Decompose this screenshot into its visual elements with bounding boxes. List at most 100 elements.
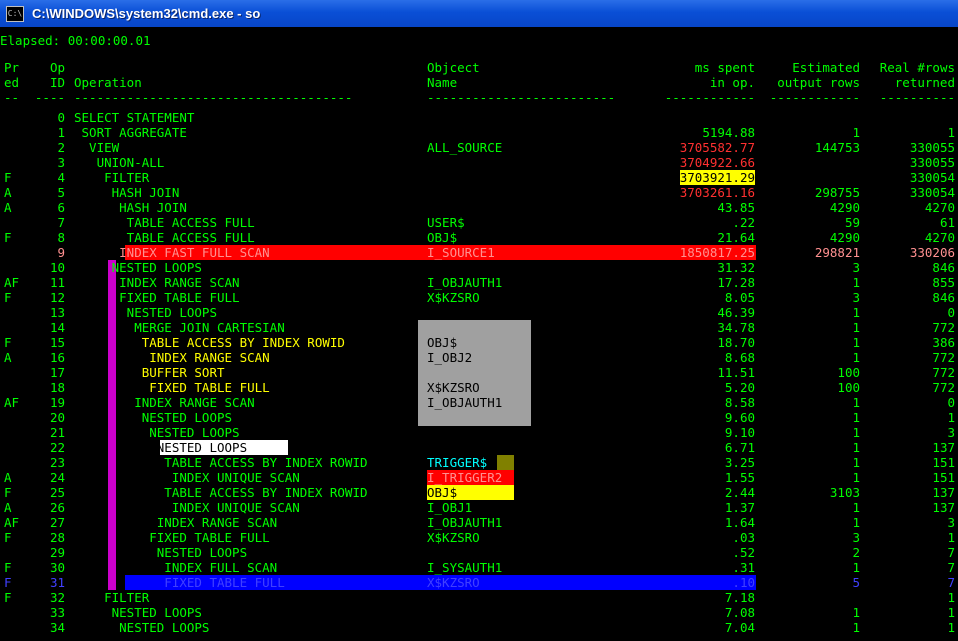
- ms-spent: 8.68: [724, 350, 755, 365]
- estimated-rows: 1: [852, 350, 860, 365]
- window-titlebar[interactable]: C:\ C:\WINDOWS\system32\cmd.exe - so: [0, 0, 958, 27]
- estimated-rows: 298755: [814, 185, 860, 200]
- object-name: USER$: [427, 215, 465, 230]
- real-rows: 4270: [924, 200, 955, 215]
- ms-spent: .52: [732, 545, 755, 560]
- plan-row: A 26 INDEX UNIQUE SCAN I_OBJ1 1.37 1 137: [0, 500, 958, 515]
- plan-row: AF 19 INDEX RANGE SCAN I_OBJAUTH1 8.58 1 0: [0, 395, 958, 410]
- predicate: F: [4, 230, 12, 245]
- object-name: I_SOURCE1: [427, 245, 495, 260]
- ms-spent: .10: [732, 575, 755, 590]
- header-opid: Op: [49, 60, 65, 75]
- ms-spent: 3.25: [724, 455, 755, 470]
- operation: INDEX FAST FULL SCAN: [74, 245, 270, 260]
- operation: VIEW: [74, 140, 120, 155]
- header-obj: -------------------------: [427, 90, 616, 105]
- ms-spent: .22: [732, 215, 755, 230]
- plan-row: 21 NESTED LOOPS 9.10 1 3: [0, 425, 958, 440]
- ms-spent: 5194.88: [702, 125, 755, 140]
- header-pred: ed: [4, 75, 20, 90]
- op-id: 12: [49, 290, 65, 305]
- op-id: 9: [57, 245, 65, 260]
- operation: FIXED TABLE FULL: [74, 530, 270, 545]
- plan-row: F 8 TABLE ACCESS FULL OBJ$ 21.64 4290 4270: [0, 230, 958, 245]
- operation: NESTED LOOPS: [74, 425, 240, 440]
- predicate: A: [4, 470, 12, 485]
- estimated-rows: 3103: [829, 485, 860, 500]
- operation: BUFFER SORT: [74, 365, 225, 380]
- operation: NESTED LOOPS: [74, 260, 202, 275]
- window-title: C:\WINDOWS\system32\cmd.exe - so: [32, 6, 261, 21]
- estimated-rows: 1: [852, 440, 860, 455]
- op-id: 30: [49, 560, 65, 575]
- operation: NESTED LOOPS: [74, 620, 210, 635]
- object-name: OBJ$: [427, 335, 458, 350]
- operation: TABLE ACCESS BY INDEX ROWID: [74, 455, 368, 470]
- object-name: X$KZSRO: [427, 575, 480, 590]
- operation: TABLE ACCESS BY INDEX ROWID: [74, 485, 368, 500]
- real-rows: 3: [947, 515, 955, 530]
- operation: HASH JOIN: [74, 185, 180, 200]
- plan-row: A 16 INDEX RANGE SCAN I_OBJ2 8.68 1 772: [0, 350, 958, 365]
- real-rows: 1: [947, 530, 955, 545]
- estimated-rows: 4290: [829, 230, 860, 245]
- op-id: 16: [49, 350, 65, 365]
- operation: INDEX RANGE SCAN: [74, 275, 240, 290]
- header-line1: Pr Op Objcect ms spent Estimated Real #rows: [0, 60, 958, 75]
- real-rows: 1: [947, 605, 955, 620]
- real-rows: 1: [947, 410, 955, 425]
- op-id: 4: [57, 170, 65, 185]
- header-real: returned: [894, 75, 955, 90]
- operation: TABLE ACCESS FULL: [74, 215, 255, 230]
- op-id: 27: [49, 515, 65, 530]
- real-rows: 1: [947, 125, 955, 140]
- plan-row: 34 NESTED LOOPS 7.04 1 1: [0, 620, 958, 635]
- object-name: X$KZSRO: [427, 290, 480, 305]
- operation: SORT AGGREGATE: [74, 125, 187, 140]
- op-id: 2: [57, 140, 65, 155]
- ms-spent: 1.64: [724, 515, 755, 530]
- header-pred: --: [4, 90, 20, 105]
- op-id: 3: [57, 155, 65, 170]
- estimated-rows: 3: [852, 260, 860, 275]
- estimated-rows: 1: [852, 335, 860, 350]
- header-est: output rows: [777, 75, 860, 90]
- console-output[interactable]: Elapsed: 00:00:00.01 Pr Op Objcect ms spent…: [0, 27, 958, 641]
- real-rows: 0: [947, 395, 955, 410]
- op-id: 24: [49, 470, 65, 485]
- op-id: 34: [49, 620, 65, 635]
- op-id: 23: [49, 455, 65, 470]
- op-id: 28: [49, 530, 65, 545]
- operation: INDEX RANGE SCAN: [74, 515, 278, 530]
- object-name: I_OBJ2: [427, 350, 473, 365]
- ms-spent: 7.04: [724, 620, 755, 635]
- ms-spent: 8.58: [724, 395, 755, 410]
- operation: NESTED LOOPS: [74, 605, 202, 620]
- op-id: 26: [49, 500, 65, 515]
- real-rows: 330055: [909, 155, 955, 170]
- op-id: 17: [49, 365, 65, 380]
- op-id: 18: [49, 380, 65, 395]
- predicate: F: [4, 530, 12, 545]
- object-name: OBJ$: [427, 230, 458, 245]
- operation: FILTER: [74, 170, 150, 185]
- real-rows: 330206: [909, 245, 955, 260]
- op-id: 21: [49, 425, 65, 440]
- predicate: F: [4, 590, 12, 605]
- real-rows: 137: [932, 440, 955, 455]
- estimated-rows: 4290: [829, 200, 860, 215]
- operation: NESTED LOOPS: [74, 305, 217, 320]
- real-rows: 3: [947, 425, 955, 440]
- operation: MERGE JOIN CARTESIAN: [74, 320, 285, 335]
- predicate: AF: [4, 395, 20, 410]
- real-rows: 846: [932, 260, 955, 275]
- operation: FILTER: [74, 590, 150, 605]
- ms-spent: 46.39: [717, 305, 755, 320]
- real-rows: 330054: [909, 185, 955, 200]
- predicate: AF: [4, 275, 20, 290]
- real-rows: 330055: [909, 140, 955, 155]
- ms-spent: 1.37: [724, 500, 755, 515]
- real-rows: 772: [932, 380, 955, 395]
- op-id: 10: [49, 260, 65, 275]
- header-oper: Operation: [74, 75, 142, 90]
